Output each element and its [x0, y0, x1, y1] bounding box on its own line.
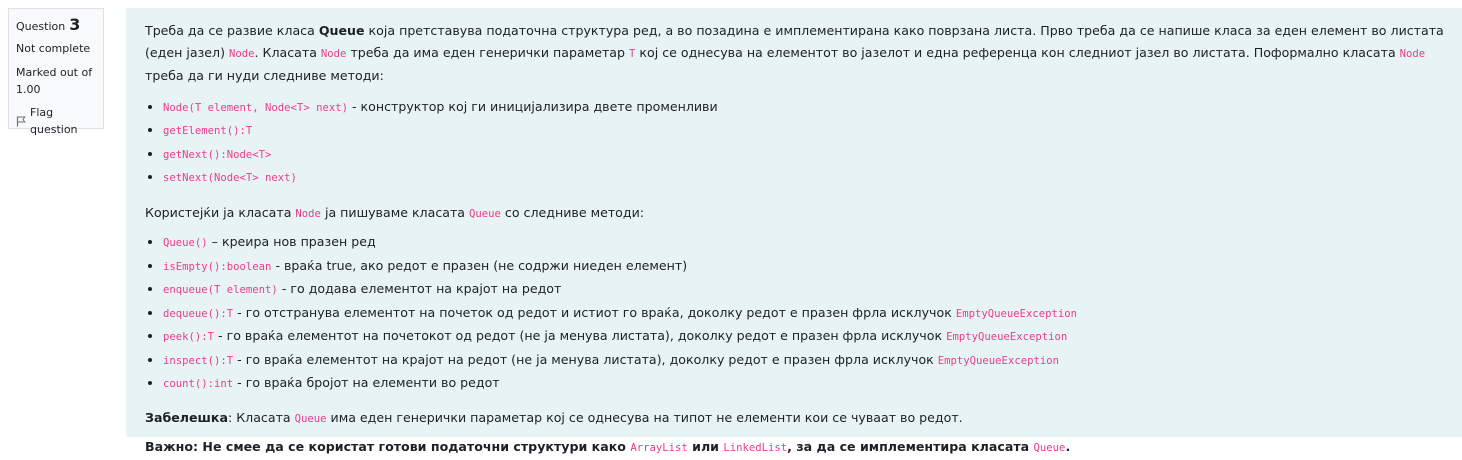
list-item: setNext(Node<T> next): [163, 166, 1446, 190]
question-label: Question: [16, 20, 66, 33]
method-code: getNext():Node<T>: [163, 148, 272, 161]
intro-text: треба да има еден генерички параметар: [346, 44, 630, 60]
method-desc: - го враќа елементот на почетокот од ред…: [214, 328, 947, 343]
question-state: Not complete: [16, 42, 91, 55]
list-item: dequeue():T - го отстранува елементот на…: [163, 302, 1446, 326]
important-paragraph: Важно: Не смее да се користат готови под…: [145, 436, 1446, 460]
intro-text: треба да ги нуди следниве методи:: [145, 68, 384, 83]
method-code: enqueue(T element): [163, 284, 278, 296]
question-number-row: Question 3: [16, 15, 97, 35]
important-text: .: [1065, 439, 1071, 454]
method-code: dequeue():T: [163, 307, 234, 320]
list-item: Queue() – креира нов празен ред: [163, 231, 1446, 255]
list-item: getNext():Node<T>: [163, 143, 1446, 167]
important-text: Важно: Не смее да се користат готови под…: [145, 439, 631, 454]
method-code: Queue(): [163, 237, 208, 249]
method-code: setNext(Node<T> next): [163, 172, 297, 184]
code-node: Node: [228, 47, 255, 60]
list-item: isEmpty():boolean - враќа true, ако редо…: [163, 255, 1446, 279]
method-desc: - конструктор кој ги иницијализира двете…: [347, 98, 718, 114]
code-linkedlist: LinkedList: [723, 442, 788, 454]
question-grade: Marked out of 1.00: [16, 64, 97, 98]
note-label: Забелешка: [145, 409, 228, 425]
queue-intro-paragraph: Користејќи ја класата Node ја пишуваме к…: [145, 202, 1446, 226]
method-code: count():int: [163, 378, 234, 390]
code-queue: Queue: [294, 412, 327, 425]
exception-code: EmptyQueueException: [946, 331, 1068, 343]
flag-question-label: Flag question: [30, 106, 78, 136]
method-desc: - враќа true, ако редот е празен (не сод…: [271, 257, 688, 273]
node-methods-list: Node(T element, Node<T> next) - конструк…: [145, 96, 1446, 190]
queue-intro-text: ја пишуваме класата: [320, 204, 470, 220]
method-desc: - го отстранува елементот на почеток од …: [233, 304, 956, 320]
intro-text: кој се однесува на елементот во јазелот …: [635, 44, 1400, 60]
method-code: peek():T: [163, 331, 215, 343]
flag-question-button[interactable]: Flag question: [16, 104, 97, 138]
exception-code: EmptyQueueException: [937, 354, 1059, 367]
method-desc: – креира нов празен ред: [207, 234, 376, 249]
note-text: има еден генерички параметар кој се одне…: [326, 409, 963, 425]
queue-methods-list: Queue() – креира нов празен ред isEmpty(…: [145, 231, 1446, 396]
list-item: count():int - го враќа бројот на елемент…: [163, 372, 1446, 396]
important-text: или: [687, 439, 724, 454]
code-queue: Queue: [1033, 442, 1066, 454]
grade-line1: Marked out of: [16, 66, 93, 79]
grade-line2: 1.00: [16, 83, 41, 96]
code-queue: Queue: [469, 207, 501, 220]
list-item: getElement():T: [163, 119, 1446, 143]
note-text: : Класата: [227, 409, 295, 425]
question-text: Треба да се развие класа Queue која прет…: [126, 8, 1462, 454]
queue-intro-text: со следниве методи:: [500, 204, 645, 220]
list-item: enqueue(T element) - го додава елементот…: [163, 278, 1446, 302]
question-number: 3: [69, 15, 81, 34]
list-item: Node(T element, Node<T> next) - конструк…: [163, 96, 1446, 120]
note-paragraph: Забелешка: Класата Queue има еден генери…: [145, 407, 1446, 431]
queue-intro-text: Користејќи ја класата: [145, 204, 296, 220]
queue-bold: Queue: [318, 23, 365, 38]
method-desc: - го додава елементот на крајот на редот: [277, 281, 562, 296]
method-code: Node(T element, Node<T> next): [163, 101, 348, 114]
code-node: Node: [295, 207, 321, 220]
code-node: Node: [1399, 47, 1426, 60]
question-info-panel: Question 3 Not complete Marked out of 1.…: [8, 8, 104, 136]
method-desc: - го враќа елементот на крајот на редот …: [233, 351, 938, 367]
method-desc: - го враќа бројот на елементи во редот: [233, 375, 500, 390]
flag-icon: [16, 116, 26, 127]
method-code: inspect():T: [163, 354, 234, 367]
intro-text: Треба да се развие класа: [145, 23, 319, 38]
code-arraylist: ArrayList: [630, 442, 688, 454]
intro-paragraph: Треба да се развие класа Queue која прет…: [145, 20, 1446, 87]
method-code: isEmpty():boolean: [163, 260, 272, 273]
important-text: , за да се имплементира класата: [787, 439, 1034, 454]
intro-text: . Класата: [254, 44, 321, 60]
exception-code: EmptyQueueException: [955, 307, 1077, 320]
list-item: inspect():T - го враќа елементот на крај…: [163, 349, 1446, 373]
method-code: getElement():T: [163, 125, 253, 137]
code-node: Node: [320, 47, 347, 60]
list-item: peek():T - го враќа елементот на почеток…: [163, 325, 1446, 349]
